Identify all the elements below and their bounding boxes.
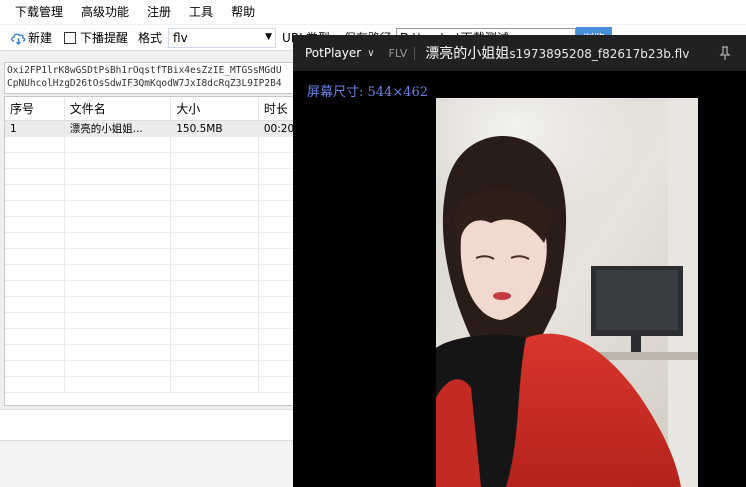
- video-image: [436, 98, 698, 487]
- cell-size: 150.5MB: [171, 121, 259, 136]
- col-header-index[interactable]: 序号: [5, 97, 65, 120]
- menu-tools[interactable]: 工具: [180, 0, 222, 24]
- player-titlebar[interactable]: PotPlayer ∨ FLV 漂亮的小姐姐s1973895208_f82617…: [293, 35, 746, 71]
- player-file-title-rest: s1973895208_f82617b23b.flv: [509, 47, 690, 61]
- status-bar: [0, 442, 300, 487]
- chevron-down-icon: ∨: [367, 47, 375, 59]
- player-file-title: 漂亮的小姐姐s1973895208_f82617b23b.flv: [425, 43, 689, 63]
- menu-register[interactable]: 注册: [138, 0, 180, 24]
- new-button[interactable]: 新建: [10, 29, 52, 46]
- screen-size-overlay: 屏幕尺寸: 544×462: [307, 85, 429, 100]
- pin-icon[interactable]: [718, 45, 732, 61]
- potplayer-window[interactable]: PotPlayer ∨ FLV 漂亮的小姐姐s1973895208_f82617…: [293, 35, 746, 487]
- potplayer-menu-button[interactable]: PotPlayer ∨: [293, 46, 375, 60]
- format-select[interactable]: flv ▼: [168, 27, 277, 48]
- col-header-filename[interactable]: 文件名: [65, 97, 172, 120]
- cell-filename: 漂亮的小姐姐...: [65, 121, 172, 136]
- video-frame: [436, 98, 698, 487]
- menu-bar: 下载管理 高级功能 注册 工具 帮助: [0, 0, 746, 24]
- player-format-badge: FLV: [389, 46, 416, 60]
- cloud-download-icon: [11, 32, 26, 45]
- new-button-label: 新建: [28, 31, 53, 45]
- cell-index: 1: [5, 121, 65, 136]
- col-header-size[interactable]: 大小: [171, 97, 259, 120]
- remind-label: 下播提醒: [80, 31, 129, 45]
- format-value: flv: [173, 30, 188, 45]
- menu-help[interactable]: 帮助: [222, 0, 264, 24]
- chevron-down-icon: ▼: [265, 31, 273, 42]
- remind-checkbox[interactable]: [64, 31, 77, 44]
- player-file-title-main: 漂亮的小姐姐: [425, 46, 510, 62]
- desktop: { "menu": ["下载管理", "高级功能", "注册", "工具", "…: [0, 0, 746, 487]
- format-label: 格式: [138, 31, 163, 45]
- menu-download-manage[interactable]: 下载管理: [6, 0, 72, 24]
- player-brand: PotPlayer: [305, 46, 362, 60]
- log-panel: [0, 409, 300, 441]
- menu-advanced[interactable]: 高级功能: [72, 0, 138, 24]
